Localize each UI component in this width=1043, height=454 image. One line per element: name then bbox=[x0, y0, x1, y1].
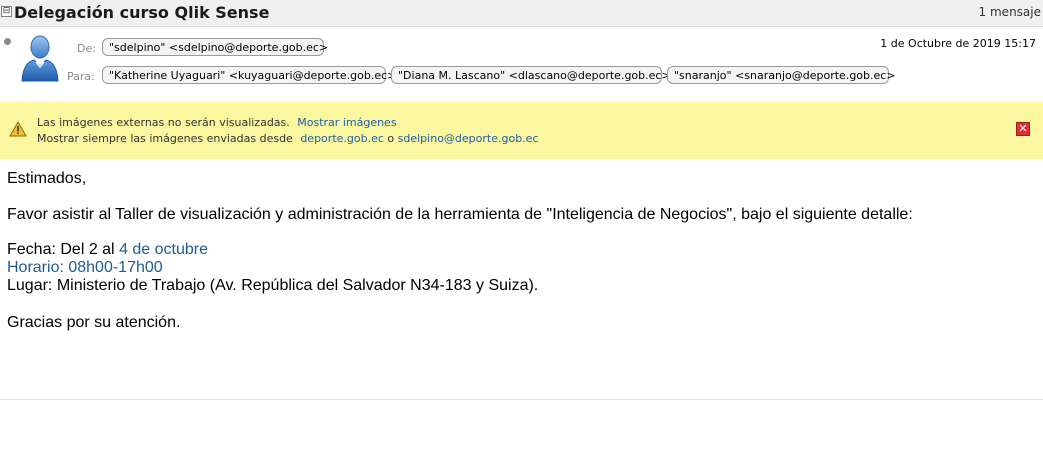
remote-content-banner bbox=[0, 102, 1043, 159]
recipient-address[interactable]: "Diana M. Lascano" <dlascano@deporte.gob… bbox=[391, 66, 671, 84]
always-sender-link[interactable]: sdelpino@deporte.gob.ec bbox=[398, 132, 539, 145]
footer-divider bbox=[0, 399, 1043, 400]
recipient-address[interactable]: "snaranjo" <snaranjo@deporte.gob.ec> bbox=[667, 66, 896, 84]
banner-notice-text: Las imágenes externas no serán visualiza… bbox=[37, 116, 290, 129]
sender-address[interactable]: "sdelpino" <sdelpino@deporte.gob.ec> bbox=[102, 38, 328, 56]
thread-subject: Delegación curso Qlik Sense bbox=[14, 3, 270, 22]
to-label: Para: bbox=[67, 70, 95, 83]
show-images-link[interactable]: Mostrar imágenes bbox=[297, 116, 396, 129]
always-domain-link[interactable]: deporte.gob.ec bbox=[300, 132, 384, 145]
banner-or-text: o bbox=[387, 132, 395, 145]
closing-line: Gracias por su atención. bbox=[7, 314, 181, 331]
unread-dot-icon[interactable] bbox=[4, 38, 11, 45]
thread-header: ⊟ Delegación curso Qlik Sense 1 mensaje bbox=[0, 0, 1043, 27]
close-icon[interactable]: ✕ bbox=[1016, 122, 1030, 136]
message-count: 1 mensaje bbox=[978, 5, 1041, 19]
from-label: De: bbox=[77, 42, 96, 55]
fecha-line: Fecha: Del 2 al 4 de octubre bbox=[7, 241, 208, 259]
warning-icon bbox=[9, 121, 27, 137]
horario-line[interactable]: Horario: 08h00-17h00 bbox=[7, 259, 163, 277]
message-date: 1 de Octubre de 2019 15:17 bbox=[880, 37, 1036, 50]
intro-paragraph: Favor asistir al Taller de visualización… bbox=[7, 206, 913, 223]
lugar-line: Lugar: Ministerio de Trabajo (Av. Repúbl… bbox=[7, 277, 539, 294]
user-avatar-icon bbox=[21, 35, 59, 82]
fecha-label: Fecha: Del 2 al bbox=[7, 241, 115, 258]
collapse-icon[interactable]: ⊟ bbox=[1, 6, 12, 17]
banner-always-text: Mostrar siempre las imágenes enviadas de… bbox=[37, 132, 293, 145]
recipient-address[interactable]: "Katherine Uyaguari" <kuyaguari@deporte.… bbox=[102, 66, 396, 84]
greeting: Estimados, bbox=[7, 170, 87, 187]
date-link[interactable]: 4 de octubre bbox=[119, 241, 208, 258]
banner-line-1: Las imágenes externas no serán visualiza… bbox=[37, 116, 397, 129]
banner-line-2: Mostrar siempre las imágenes enviadas de… bbox=[37, 132, 539, 145]
